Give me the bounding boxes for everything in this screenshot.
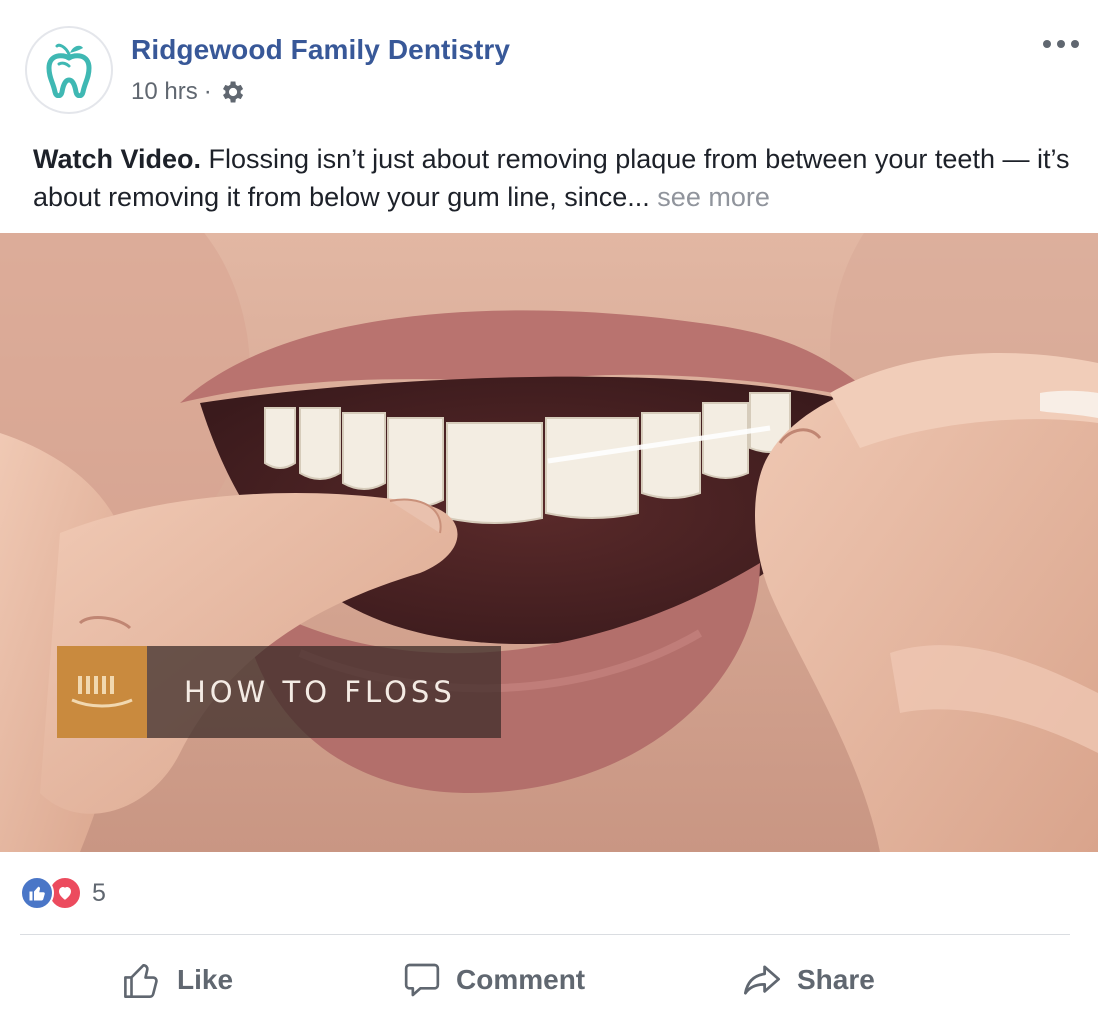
post-meta: 10 hrs · [131,76,246,108]
action-divider [20,934,1070,935]
post-text-bold: Watch Video. [33,144,202,174]
reactions-summary[interactable]: 5 [20,876,106,910]
more-options-icon[interactable] [1040,34,1082,54]
video-thumbnail [0,233,1098,852]
reaction-count: 5 [92,878,106,907]
share-label: Share [797,964,875,995]
post-message: Watch Video. Flossing isn’t just about r… [33,140,1073,216]
like-label: Like [177,964,234,995]
meta-separator: · [203,78,212,105]
share-arrow-icon [743,965,781,995]
page-name-link[interactable]: Ridgewood Family Dentistry [131,34,510,66]
post-card: Ridgewood Family Dentistry 10 hrs · Watc… [0,0,1098,1024]
like-button[interactable]: Like [121,955,233,1005]
video-player[interactable]: HOW TO FLOSS [0,233,1098,852]
comment-label: Comment [456,964,586,995]
share-button[interactable]: Share [741,955,875,1005]
post-timestamp[interactable]: 10 hrs [131,78,198,106]
video-title-card: HOW TO FLOSS [57,646,501,738]
tooth-logo-icon [46,43,92,98]
thumbs-up-icon [124,963,158,998]
video-title: HOW TO FLOSS [147,646,501,738]
brand-logo-icon [57,646,147,738]
gear-icon[interactable] [218,78,246,106]
like-reaction-icon [20,876,54,910]
comment-bubble-icon [404,963,440,997]
comment-button[interactable]: Comment [402,955,585,1005]
page-avatar[interactable] [25,26,113,114]
see-more-link[interactable]: see more [657,182,770,212]
